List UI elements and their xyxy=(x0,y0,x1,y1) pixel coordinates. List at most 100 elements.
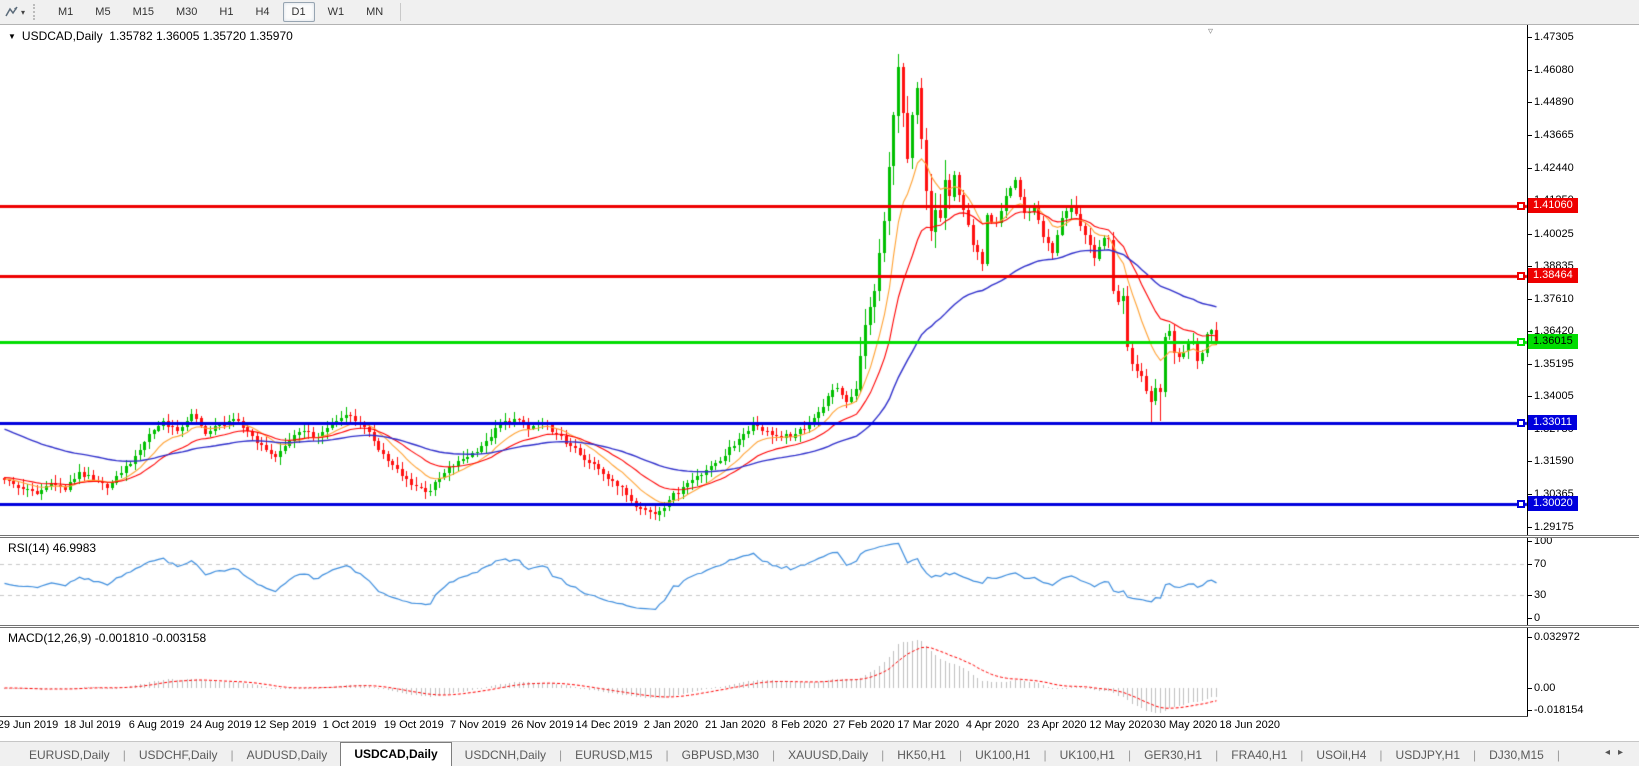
price-tick-tick xyxy=(1528,102,1532,103)
price-badge-1.33011: 1.33011 xyxy=(1528,415,1577,430)
chart-tools-caret[interactable]: ▾ xyxy=(21,8,25,17)
price-tick-label: 1.31590 xyxy=(1534,455,1574,467)
rsi-tick-tick xyxy=(1528,595,1532,596)
tab-eurusd-daily[interactable]: EURUSD,Daily xyxy=(16,745,123,766)
price-tick-tick xyxy=(1528,37,1532,38)
macd-tick-label: 0.032972 xyxy=(1534,631,1580,643)
period-button-m1[interactable]: M1 xyxy=(49,2,82,22)
price-badge-1.41060: 1.41060 xyxy=(1528,198,1578,213)
macd-values: -0.001810 -0.003158 xyxy=(94,631,207,645)
date-label: 4 Apr 2020 xyxy=(965,719,1020,731)
date-label: 7 Nov 2019 xyxy=(449,719,507,731)
tab-dj30-m15[interactable]: DJ30,M15 xyxy=(1476,745,1557,766)
price-tick-tick xyxy=(1528,234,1532,235)
price-tick-label: 1.47305 xyxy=(1534,31,1574,43)
chart-menu-icon[interactable]: ▼ xyxy=(8,32,16,41)
chart-shift-marker[interactable]: ▿ xyxy=(1208,26,1213,37)
date-label: 8 Feb 2020 xyxy=(771,719,828,731)
pane-separator-main-rsi[interactable] xyxy=(0,535,1639,538)
rsi-value: 46.9983 xyxy=(52,541,97,555)
date-label: 6 Aug 2019 xyxy=(128,719,185,731)
date-label: 14 Dec 2019 xyxy=(575,719,638,731)
tab-uk100-h1[interactable]: UK100,H1 xyxy=(962,745,1043,766)
tab-usdchf-daily[interactable]: USDCHF,Daily xyxy=(126,745,231,766)
tab-usdjpy-h1[interactable]: USDJPY,H1 xyxy=(1383,745,1473,766)
macd-tick-label: -0.018154 xyxy=(1534,704,1584,716)
tab-audusd-daily[interactable]: AUDUSD,Daily xyxy=(234,745,341,766)
tab-usdcnh-daily[interactable]: USDCNH,Daily xyxy=(452,745,559,766)
period-button-mn[interactable]: MN xyxy=(357,2,392,22)
chart-tools-icon[interactable] xyxy=(3,2,21,22)
date-label: 21 Jan 2020 xyxy=(705,719,766,731)
rsi-tick-label: 30 xyxy=(1534,589,1547,601)
hline-handle[interactable] xyxy=(1517,202,1525,210)
date-label: 19 Oct 2019 xyxy=(383,719,444,731)
date-label: 17 Mar 2020 xyxy=(897,719,960,731)
price-tick-label: 1.37610 xyxy=(1534,293,1574,305)
rsi-tick-tick xyxy=(1528,564,1532,565)
tab-scroll-right-icon[interactable]: ▸ xyxy=(1618,747,1631,758)
tab-xauusd-daily[interactable]: XAUUSD,Daily xyxy=(775,745,881,766)
rsi-tick-label: 0 xyxy=(1534,612,1541,624)
date-label: 2 Jan 2020 xyxy=(643,719,699,731)
price-tick-tick xyxy=(1528,70,1532,71)
chart-title: ▼ USDCAD,Daily 1.35782 1.36005 1.35720 1.… xyxy=(8,29,293,43)
tab-scroll-left-icon[interactable]: ◂ xyxy=(1605,747,1618,758)
tab-eurusd-m15[interactable]: EURUSD,M15 xyxy=(562,745,665,766)
date-label: 12 Sep 2019 xyxy=(253,719,317,731)
rsi-name: RSI(14) xyxy=(8,541,50,555)
tab-fra40-h1[interactable]: FRA40,H1 xyxy=(1218,745,1300,766)
tab-ger30-h1[interactable]: GER30,H1 xyxy=(1131,745,1215,766)
hline-handle[interactable] xyxy=(1517,272,1525,280)
price-tick-tick xyxy=(1528,527,1532,528)
tab-hk50-h1[interactable]: HK50,H1 xyxy=(884,745,959,766)
hline-handle[interactable] xyxy=(1517,419,1525,427)
hline-handle[interactable] xyxy=(1517,338,1525,346)
tab-scroll-arrows: ◂▸ xyxy=(1605,747,1631,758)
period-button-w1[interactable]: W1 xyxy=(319,2,354,22)
date-label: 23 Apr 2020 xyxy=(1027,719,1087,731)
tab-usoil-h4[interactable]: USOil,H4 xyxy=(1303,745,1379,766)
date-label: 12 May 2020 xyxy=(1089,719,1153,731)
price-tick-tick xyxy=(1528,396,1532,397)
price-tick-tick xyxy=(1528,364,1532,365)
price-tick-tick xyxy=(1528,331,1532,332)
price-tick-tick xyxy=(1528,168,1532,169)
macd-name: MACD(12,26,9) xyxy=(8,631,92,645)
period-button-m15[interactable]: M15 xyxy=(124,2,163,22)
chart-ohlc-values: 1.35782 1.36005 1.35720 1.35970 xyxy=(109,29,293,43)
toolbar-separator xyxy=(400,3,402,21)
macd-tick-tick xyxy=(1528,710,1532,711)
date-label: 27 Feb 2020 xyxy=(833,719,895,731)
tab-uk100-h1[interactable]: UK100,H1 xyxy=(1047,745,1128,766)
period-button-d1[interactable]: D1 xyxy=(282,2,315,22)
macd-tick-label: 0.00 xyxy=(1534,682,1556,694)
price-tick-tick xyxy=(1528,494,1532,495)
date-label: 18 Jun 2020 xyxy=(1219,719,1280,731)
mt4-window: ▾ M1 M5 M15 M30 H1 H4 D1 W1 MN ▼ USDCAD,Daily 1.3… xyxy=(0,0,1639,766)
period-button-m5[interactable]: M5 xyxy=(86,2,119,22)
date-label: 24 Aug 2019 xyxy=(189,719,252,731)
hline-handle[interactable] xyxy=(1517,500,1525,508)
price-axis-border xyxy=(1527,25,1528,717)
price-tick-tick xyxy=(1528,266,1532,267)
periods-toolbar: ▾ M1 M5 M15 M30 H1 H4 D1 W1 MN xyxy=(0,0,1639,25)
period-button-h4[interactable]: H4 xyxy=(246,2,278,22)
period-button-m30[interactable]: M30 xyxy=(167,2,206,22)
period-buttons-group: M1 M5 M15 M30 H1 H4 D1 W1 MN xyxy=(47,2,394,22)
tab-usdcad-daily[interactable]: USDCAD,Daily xyxy=(340,742,452,766)
macd-label: MACD(12,26,9) -0.001810 -0.003158 xyxy=(8,631,206,645)
chart-tab-bar: EURUSD,Daily | USDCHF,Daily | AUDUSD,Daily US… xyxy=(0,741,1639,766)
price-badge-1.38464: 1.38464 xyxy=(1528,268,1578,283)
pane-separator-rsi-macd[interactable] xyxy=(0,625,1639,628)
toolbar-grip[interactable] xyxy=(33,4,39,20)
period-button-h1[interactable]: H1 xyxy=(210,2,242,22)
price-tick-tick xyxy=(1528,299,1532,300)
price-tick-label: 1.43665 xyxy=(1534,129,1574,141)
price-tick-label: 1.44890 xyxy=(1534,96,1574,108)
chart-canvas[interactable] xyxy=(0,0,1639,766)
price-tick-label: 1.40025 xyxy=(1534,228,1574,240)
tab-separator: | xyxy=(1556,748,1560,762)
price-tick-tick xyxy=(1528,461,1532,462)
tab-gbpusd-m30[interactable]: GBPUSD,M30 xyxy=(669,745,772,766)
